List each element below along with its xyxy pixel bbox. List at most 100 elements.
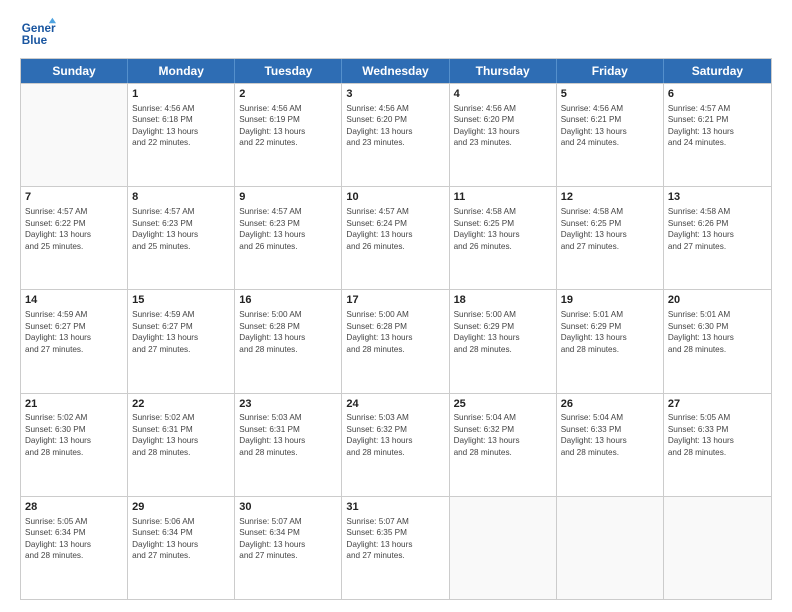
day-info: Sunrise: 5:00 AM Sunset: 6:29 PM Dayligh… (454, 309, 552, 355)
day-cell-25: 25Sunrise: 5:04 AM Sunset: 6:32 PM Dayli… (450, 394, 557, 496)
day-cell-14: 14Sunrise: 4:59 AM Sunset: 6:27 PM Dayli… (21, 290, 128, 392)
day-cell-23: 23Sunrise: 5:03 AM Sunset: 6:31 PM Dayli… (235, 394, 342, 496)
day-number: 6 (668, 87, 767, 102)
day-info: Sunrise: 5:06 AM Sunset: 6:34 PM Dayligh… (132, 516, 230, 562)
day-cell-18: 18Sunrise: 5:00 AM Sunset: 6:29 PM Dayli… (450, 290, 557, 392)
logo-icon: General Blue (20, 16, 56, 52)
day-cell-17: 17Sunrise: 5:00 AM Sunset: 6:28 PM Dayli… (342, 290, 449, 392)
day-info: Sunrise: 5:03 AM Sunset: 6:31 PM Dayligh… (239, 412, 337, 458)
day-number: 10 (346, 190, 444, 205)
day-info: Sunrise: 5:01 AM Sunset: 6:29 PM Dayligh… (561, 309, 659, 355)
day-number: 5 (561, 87, 659, 102)
week-row-5: 28Sunrise: 5:05 AM Sunset: 6:34 PM Dayli… (21, 496, 771, 599)
empty-cell (557, 497, 664, 599)
day-number: 15 (132, 293, 230, 308)
day-number: 13 (668, 190, 767, 205)
calendar: SundayMondayTuesdayWednesdayThursdayFrid… (20, 58, 772, 600)
day-info: Sunrise: 5:00 AM Sunset: 6:28 PM Dayligh… (239, 309, 337, 355)
empty-cell (21, 84, 128, 186)
day-cell-4: 4Sunrise: 4:56 AM Sunset: 6:20 PM Daylig… (450, 84, 557, 186)
day-cell-19: 19Sunrise: 5:01 AM Sunset: 6:29 PM Dayli… (557, 290, 664, 392)
day-info: Sunrise: 5:04 AM Sunset: 6:32 PM Dayligh… (454, 412, 552, 458)
week-row-3: 14Sunrise: 4:59 AM Sunset: 6:27 PM Dayli… (21, 289, 771, 392)
day-number: 30 (239, 500, 337, 515)
day-cell-16: 16Sunrise: 5:00 AM Sunset: 6:28 PM Dayli… (235, 290, 342, 392)
day-info: Sunrise: 4:56 AM Sunset: 6:20 PM Dayligh… (454, 103, 552, 149)
day-cell-12: 12Sunrise: 4:58 AM Sunset: 6:25 PM Dayli… (557, 187, 664, 289)
day-number: 29 (132, 500, 230, 515)
day-number: 9 (239, 190, 337, 205)
day-cell-9: 9Sunrise: 4:57 AM Sunset: 6:23 PM Daylig… (235, 187, 342, 289)
day-info: Sunrise: 4:57 AM Sunset: 6:21 PM Dayligh… (668, 103, 767, 149)
day-info: Sunrise: 4:59 AM Sunset: 6:27 PM Dayligh… (25, 309, 123, 355)
empty-cell (450, 497, 557, 599)
day-number: 19 (561, 293, 659, 308)
day-info: Sunrise: 4:58 AM Sunset: 6:25 PM Dayligh… (561, 206, 659, 252)
day-cell-21: 21Sunrise: 5:02 AM Sunset: 6:30 PM Dayli… (21, 394, 128, 496)
day-info: Sunrise: 4:57 AM Sunset: 6:23 PM Dayligh… (132, 206, 230, 252)
week-row-4: 21Sunrise: 5:02 AM Sunset: 6:30 PM Dayli… (21, 393, 771, 496)
day-number: 23 (239, 397, 337, 412)
header: General Blue (20, 16, 772, 52)
day-cell-28: 28Sunrise: 5:05 AM Sunset: 6:34 PM Dayli… (21, 497, 128, 599)
day-info: Sunrise: 5:05 AM Sunset: 6:33 PM Dayligh… (668, 412, 767, 458)
day-cell-1: 1Sunrise: 4:56 AM Sunset: 6:18 PM Daylig… (128, 84, 235, 186)
day-info: Sunrise: 4:56 AM Sunset: 6:18 PM Dayligh… (132, 103, 230, 149)
day-header-thursday: Thursday (450, 59, 557, 83)
day-number: 20 (668, 293, 767, 308)
day-cell-2: 2Sunrise: 4:56 AM Sunset: 6:19 PM Daylig… (235, 84, 342, 186)
day-cell-31: 31Sunrise: 5:07 AM Sunset: 6:35 PM Dayli… (342, 497, 449, 599)
day-number: 26 (561, 397, 659, 412)
day-info: Sunrise: 4:56 AM Sunset: 6:20 PM Dayligh… (346, 103, 444, 149)
day-info: Sunrise: 4:57 AM Sunset: 6:23 PM Dayligh… (239, 206, 337, 252)
day-info: Sunrise: 4:56 AM Sunset: 6:19 PM Dayligh… (239, 103, 337, 149)
day-info: Sunrise: 4:59 AM Sunset: 6:27 PM Dayligh… (132, 309, 230, 355)
week-row-2: 7Sunrise: 4:57 AM Sunset: 6:22 PM Daylig… (21, 186, 771, 289)
day-number: 2 (239, 87, 337, 102)
day-info: Sunrise: 5:07 AM Sunset: 6:34 PM Dayligh… (239, 516, 337, 562)
day-number: 16 (239, 293, 337, 308)
day-cell-3: 3Sunrise: 4:56 AM Sunset: 6:20 PM Daylig… (342, 84, 449, 186)
day-cell-20: 20Sunrise: 5:01 AM Sunset: 6:30 PM Dayli… (664, 290, 771, 392)
empty-cell (664, 497, 771, 599)
day-number: 11 (454, 190, 552, 205)
day-info: Sunrise: 5:05 AM Sunset: 6:34 PM Dayligh… (25, 516, 123, 562)
day-info: Sunrise: 4:57 AM Sunset: 6:24 PM Dayligh… (346, 206, 444, 252)
day-header-wednesday: Wednesday (342, 59, 449, 83)
day-cell-22: 22Sunrise: 5:02 AM Sunset: 6:31 PM Dayli… (128, 394, 235, 496)
day-number: 27 (668, 397, 767, 412)
day-cell-10: 10Sunrise: 4:57 AM Sunset: 6:24 PM Dayli… (342, 187, 449, 289)
calendar-body: 1Sunrise: 4:56 AM Sunset: 6:18 PM Daylig… (21, 83, 771, 599)
calendar-header: SundayMondayTuesdayWednesdayThursdayFrid… (21, 59, 771, 83)
day-header-sunday: Sunday (21, 59, 128, 83)
day-number: 28 (25, 500, 123, 515)
day-number: 7 (25, 190, 123, 205)
day-cell-13: 13Sunrise: 4:58 AM Sunset: 6:26 PM Dayli… (664, 187, 771, 289)
day-info: Sunrise: 4:57 AM Sunset: 6:22 PM Dayligh… (25, 206, 123, 252)
day-number: 17 (346, 293, 444, 308)
page: General Blue SundayMondayTuesdayWednesda… (0, 0, 792, 612)
day-cell-24: 24Sunrise: 5:03 AM Sunset: 6:32 PM Dayli… (342, 394, 449, 496)
week-row-1: 1Sunrise: 4:56 AM Sunset: 6:18 PM Daylig… (21, 83, 771, 186)
day-info: Sunrise: 4:56 AM Sunset: 6:21 PM Dayligh… (561, 103, 659, 149)
day-number: 25 (454, 397, 552, 412)
day-info: Sunrise: 5:07 AM Sunset: 6:35 PM Dayligh… (346, 516, 444, 562)
day-header-monday: Monday (128, 59, 235, 83)
day-number: 4 (454, 87, 552, 102)
day-info: Sunrise: 5:02 AM Sunset: 6:30 PM Dayligh… (25, 412, 123, 458)
day-cell-30: 30Sunrise: 5:07 AM Sunset: 6:34 PM Dayli… (235, 497, 342, 599)
day-number: 3 (346, 87, 444, 102)
day-number: 21 (25, 397, 123, 412)
day-cell-27: 27Sunrise: 5:05 AM Sunset: 6:33 PM Dayli… (664, 394, 771, 496)
day-number: 14 (25, 293, 123, 308)
logo: General Blue (20, 16, 56, 52)
day-cell-5: 5Sunrise: 4:56 AM Sunset: 6:21 PM Daylig… (557, 84, 664, 186)
day-info: Sunrise: 5:03 AM Sunset: 6:32 PM Dayligh… (346, 412, 444, 458)
day-header-friday: Friday (557, 59, 664, 83)
day-cell-8: 8Sunrise: 4:57 AM Sunset: 6:23 PM Daylig… (128, 187, 235, 289)
day-info: Sunrise: 4:58 AM Sunset: 6:25 PM Dayligh… (454, 206, 552, 252)
day-cell-11: 11Sunrise: 4:58 AM Sunset: 6:25 PM Dayli… (450, 187, 557, 289)
svg-text:Blue: Blue (22, 34, 48, 47)
day-number: 18 (454, 293, 552, 308)
day-cell-15: 15Sunrise: 4:59 AM Sunset: 6:27 PM Dayli… (128, 290, 235, 392)
